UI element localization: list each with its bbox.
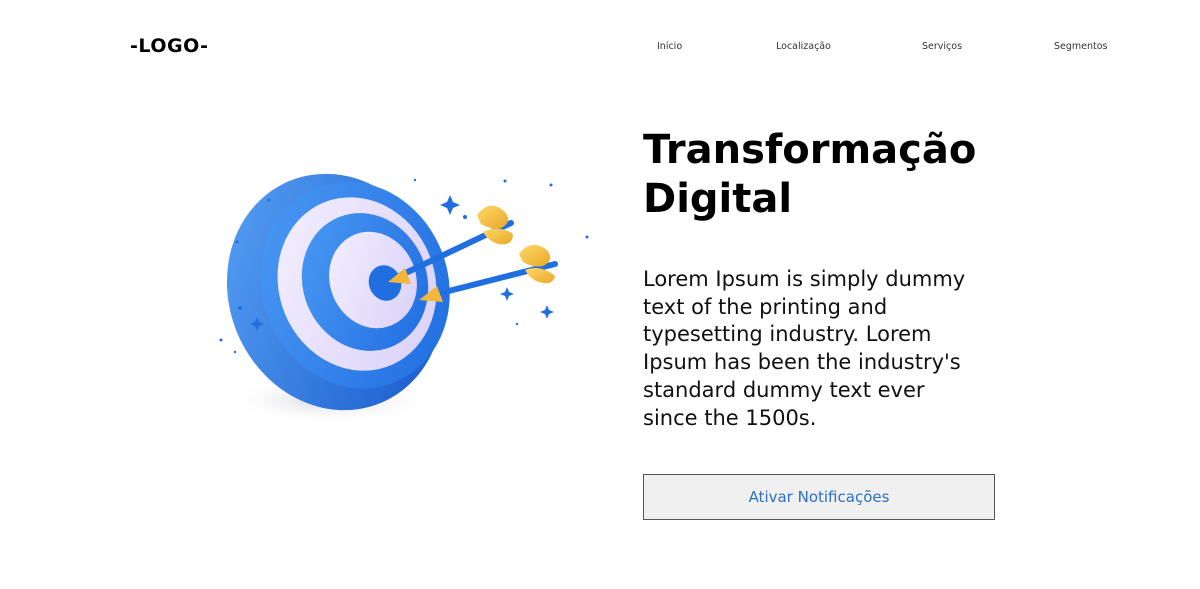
target-with-arrows-icon: [219, 173, 589, 424]
enable-notifications-button[interactable]: Ativar Notificações: [643, 474, 995, 520]
page: -LOGO- Início Localização Serviços Segme…: [0, 0, 1200, 589]
hero-description: Lorem Ipsum is simply dummy text of the …: [643, 267, 966, 430]
nav-item-segmentos[interactable]: Segmentos: [1054, 41, 1108, 52]
nav-item-inicio[interactable]: Início: [657, 41, 682, 52]
main-nav: Início Localização Serviços Segmentos: [0, 41, 1200, 55]
nav-item-servicos[interactable]: Serviços: [922, 41, 962, 52]
page-title-line2: Digital: [643, 176, 793, 222]
nav-item-localizacao[interactable]: Localização: [776, 41, 831, 52]
page-title: Transformação Digital: [643, 126, 1103, 224]
page-title-line1: Transformação: [643, 127, 977, 173]
